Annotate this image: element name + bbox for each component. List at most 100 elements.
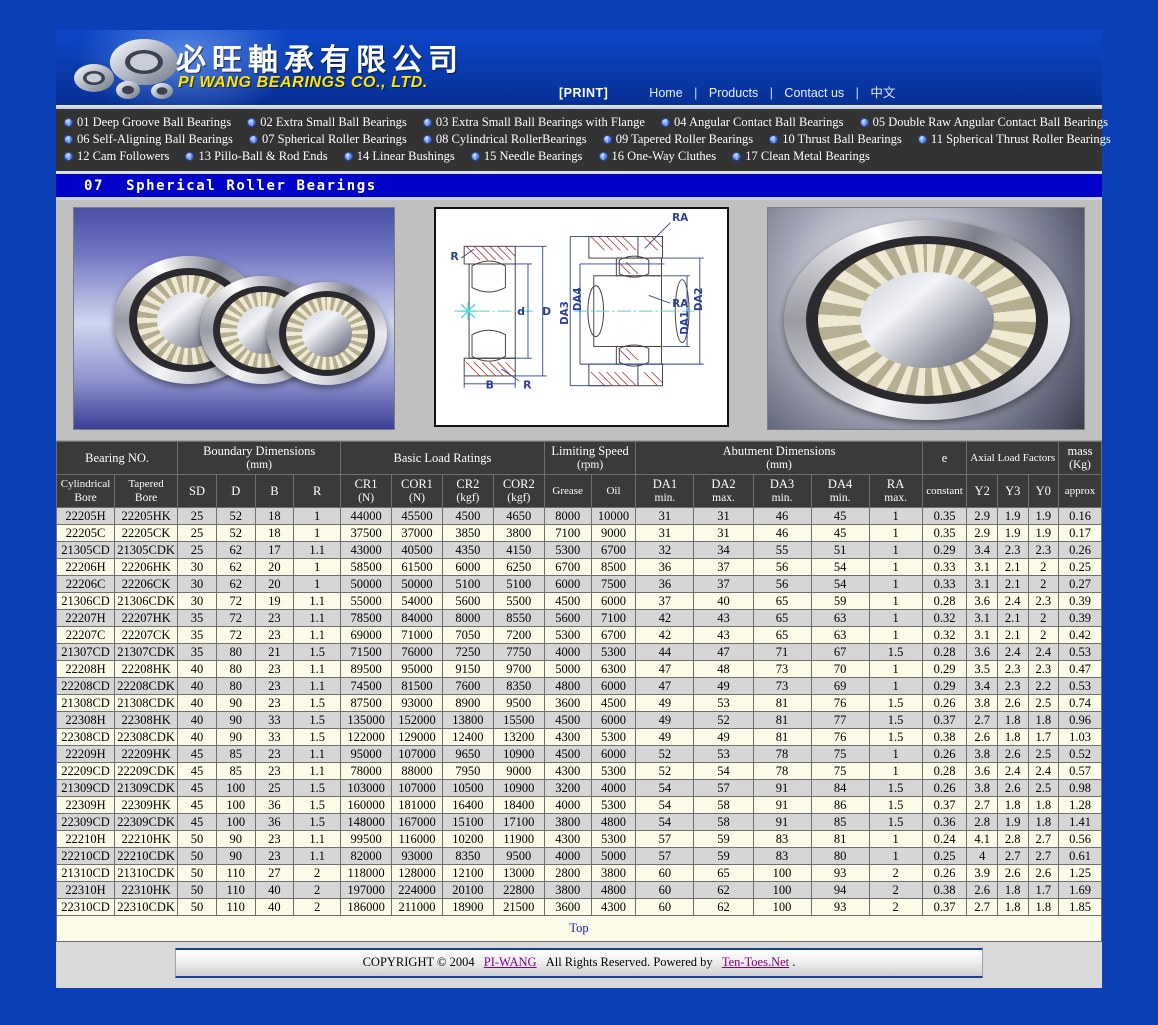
table-cell: 62 [693, 898, 754, 916]
col-oil: Oil [590, 474, 637, 508]
table-cell: 2.1 [996, 575, 1029, 593]
print-link[interactable]: [PRINT] [556, 86, 611, 100]
category-link-10[interactable]: 10 Thrust Ball Bearings [769, 131, 902, 148]
table-cell: 128000 [391, 864, 443, 882]
table-cell: 94 [810, 881, 870, 899]
table-cell: 75 [810, 762, 870, 780]
table-cell: 6000 [441, 558, 494, 576]
table-cell: 85 [215, 745, 256, 763]
table-cell: 83 [752, 830, 812, 848]
table-cell: 75 [810, 745, 870, 763]
category-link-08[interactable]: 08 Cylindrical RollerBearings [422, 131, 587, 148]
table-cell: 91 [752, 796, 812, 814]
table-cell: 88000 [391, 762, 443, 780]
diamond-bullet-icon [64, 118, 73, 127]
nav-link-contact-us[interactable]: Contact us [781, 86, 847, 100]
table-cell: 6250 [492, 558, 545, 576]
category-link-06[interactable]: 06 Self-Aligning Ball Bearings [64, 131, 233, 148]
category-link-15[interactable]: 15 Needle Bearings [470, 148, 582, 165]
table-cell: 0.56 [1058, 830, 1102, 848]
table-cell: 100 [215, 796, 256, 814]
table-cell: 6300 [590, 660, 637, 678]
table-cell: 1 [868, 626, 923, 644]
table-cell: 5300 [590, 728, 637, 746]
category-link-14[interactable]: 14 Linear Bushings [343, 148, 455, 165]
table-cell: 1.5 [293, 728, 342, 746]
site-banner: 必旺軸承有限公司 PI WANG BEARINGS CO., LTD. [PRI… [56, 30, 1102, 105]
table-cell: 1 [868, 660, 923, 678]
table-cell: 4800 [590, 881, 637, 899]
table-cell: 2.4 [1027, 643, 1060, 661]
category-link-07[interactable]: 07 Spherical Roller Bearings [249, 131, 407, 148]
table-cell: 2.1 [996, 558, 1029, 576]
table-cell: 6000 [543, 575, 592, 593]
table-cell: 0.39 [1058, 592, 1102, 610]
table-cell: 22308H [55, 711, 116, 729]
table-cell: 2.4 [996, 762, 1029, 780]
category-link-03[interactable]: 03 Extra Small Ball Bearings with Flange [422, 114, 645, 131]
category-link-11[interactable]: 11 Spherical Thrust Roller Bearings [917, 131, 1111, 148]
table-row: 22209CD 22209CDK 45 85 23 1.1 78000 88000 7950 90… [55, 762, 1102, 780]
table-cell: 3.1 [966, 558, 998, 576]
table-cell: 2.6 [996, 694, 1029, 712]
svg-text:R: R [523, 379, 532, 392]
table-cell: 4350 [441, 541, 494, 559]
table-row: 22210CD 22210CDK 50 90 23 1.1 82000 93000 8350 95… [55, 847, 1102, 865]
nav-link-home[interactable]: Home [646, 86, 685, 100]
table-cell: 53 [693, 694, 754, 712]
table-cell: 1.8 [996, 728, 1029, 746]
table-cell: 0.16 [1058, 507, 1102, 525]
table-cell: 20100 [441, 881, 494, 899]
table-cell: 80 [215, 677, 256, 695]
table-cell: 0.28 [921, 643, 968, 661]
table-cell: 40 [177, 694, 217, 712]
category-link-17[interactable]: 17 Clean Metal Bearings [732, 148, 870, 165]
diamond-bullet-icon [247, 118, 257, 127]
pi-wang-link[interactable]: PI-WANG [484, 955, 537, 969]
table-cell: 0.26 [921, 779, 968, 797]
category-link-09[interactable]: 09 Tapered Roller Bearings [602, 131, 753, 148]
table-cell: 1 [293, 524, 342, 542]
table-cell: 81500 [391, 677, 443, 695]
table-cell: 2.3 [1027, 660, 1060, 678]
table-cell: 22206HK [114, 558, 179, 576]
nav-link-chinese[interactable]: 中文 [867, 86, 898, 100]
table-cell: 4300 [543, 762, 592, 780]
table-cell: 3.1 [966, 609, 998, 627]
group-header-mass: mass (Kg) [1058, 441, 1102, 475]
top-navigation: [PRINT] Home | Products | Contact us | 中… [556, 82, 898, 101]
category-link-13[interactable]: 13 Pillo-Ball & Rod Ends [185, 148, 328, 165]
category-link-04[interactable]: 04 Angular Contact Ball Bearings [661, 114, 843, 131]
category-link-02[interactable]: 02 Extra Small Ball Bearings [247, 114, 407, 131]
table-cell: 1.1 [293, 609, 342, 627]
top-link[interactable]: Top [569, 921, 588, 935]
table-cell: 40500 [391, 541, 443, 559]
col-y0: Y0 [1027, 474, 1060, 508]
table-cell: 22206CK [114, 575, 179, 593]
category-link-16[interactable]: 16 One-Way Cluthes [598, 148, 716, 165]
table-cell: 107000 [391, 779, 443, 797]
category-link-01[interactable]: 01 Deep Groove Ball Bearings [64, 114, 231, 131]
ten-toes-link[interactable]: Ten-Toes.Net [722, 955, 789, 969]
table-cell: 9500 [492, 847, 545, 865]
table-cell: 13800 [441, 711, 494, 729]
table-cell: 2.8 [996, 830, 1029, 848]
table-cell: 1.9 [996, 507, 1029, 525]
table-cell: 0.27 [1058, 575, 1102, 593]
category-link-12[interactable]: 12 Cam Followers [64, 148, 169, 165]
table-cell: 23 [254, 609, 295, 627]
table-cell: 22210CDK [114, 847, 179, 865]
table-cell: 4500 [590, 694, 637, 712]
col-cr1: CR1 (N) [340, 474, 393, 508]
table-cell: 2.6 [996, 745, 1029, 763]
nav-link-products[interactable]: Products [706, 86, 761, 100]
table-cell: 30 [177, 592, 217, 610]
table-cell: 1.1 [293, 592, 342, 610]
category-link-05[interactable]: 05 Double Raw Angular Contact Ball Beari… [859, 114, 1108, 131]
table-cell: 181000 [391, 796, 443, 814]
top-link-row: Top [56, 916, 1102, 942]
table-cell: 22310HK [114, 881, 179, 899]
table-cell: 2.5 [1027, 779, 1060, 797]
company-name-chinese: 必旺軸承有限公司 [176, 43, 464, 78]
table-cell: 58 [693, 813, 754, 831]
